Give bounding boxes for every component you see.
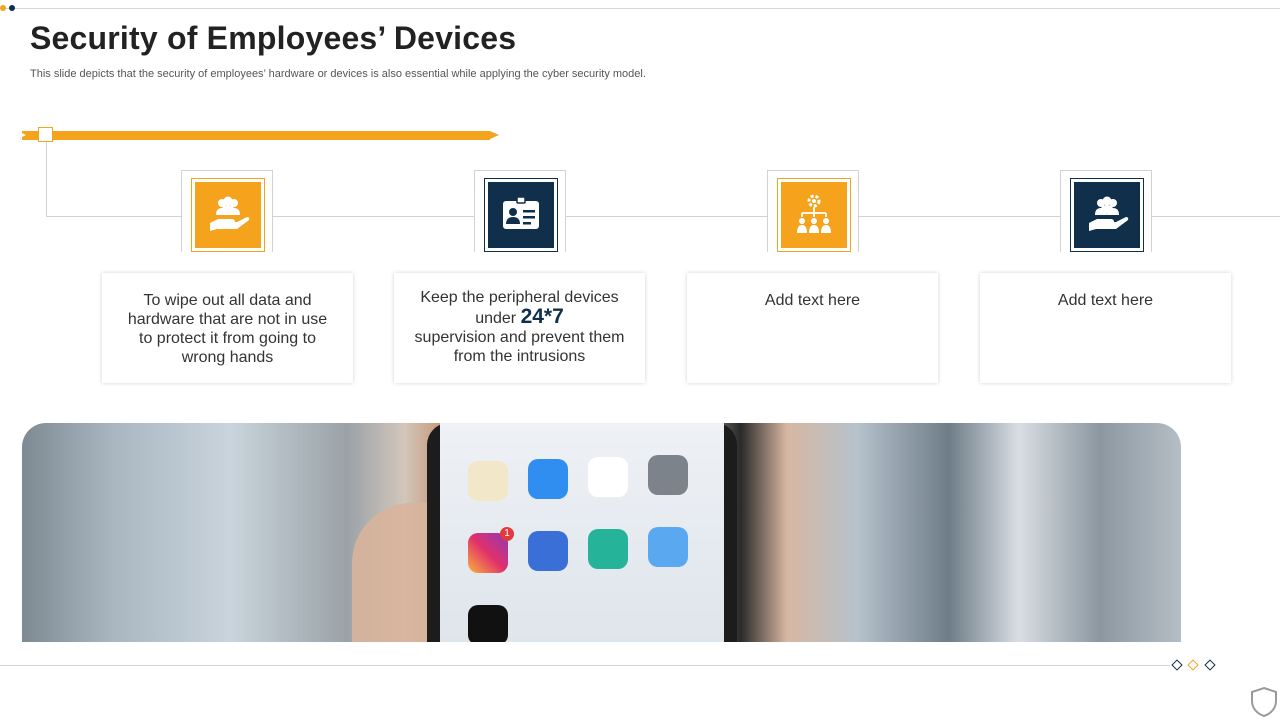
- decor-diamond: [1187, 659, 1199, 671]
- step-2-text-before: Keep the peripheral devices under: [420, 289, 619, 327]
- p-app-icon: [588, 529, 628, 569]
- step-4-text: Add text here: [1057, 292, 1154, 309]
- connector-line: [858, 216, 1060, 217]
- id-card-icon: [503, 196, 539, 229]
- step-3-icon-box: [777, 178, 851, 252]
- connector-line: [565, 216, 767, 217]
- connector-line: [46, 216, 182, 217]
- decor-dot-orange: [0, 5, 6, 11]
- reminders-app-icon: [588, 457, 628, 497]
- team-hierarchy-gear-icon: [797, 194, 831, 233]
- app-store-icon: [528, 459, 568, 499]
- photo-phone-screen: 1: [440, 423, 724, 642]
- decor-diamond: [1171, 659, 1183, 671]
- timeline-bar: [22, 131, 490, 140]
- decor-dot-navy: [9, 5, 15, 11]
- timeline-bar-arrow: [490, 131, 499, 139]
- connector-line: [46, 142, 47, 217]
- settings-app-icon: [648, 455, 688, 495]
- timeline-bar-notch: [18, 131, 26, 139]
- c-app-icon: [648, 527, 688, 567]
- step-2-card: Keep the peripheral devices under 24*7 s…: [394, 273, 645, 383]
- decor-diamond: [1204, 659, 1216, 671]
- slide-subtitle: This slide depicts that the security of …: [30, 68, 646, 80]
- step-3-card: Add text here: [687, 273, 938, 383]
- bottom-divider: [0, 665, 1170, 666]
- timeline-start-marker: [38, 127, 53, 142]
- people-in-hand-icon: [1089, 196, 1129, 231]
- connector-line: [272, 216, 475, 217]
- step-4-icon-box: [1070, 178, 1144, 252]
- tiktok-app-icon: [468, 605, 508, 642]
- step-1-icon-box: [191, 178, 265, 252]
- step-2-icon-box: [484, 178, 558, 252]
- step-4-card: Add text here: [980, 273, 1231, 383]
- slide-title: Security of Employees’ Devices: [30, 20, 517, 56]
- step-1-card: To wipe out all data and hardware that a…: [102, 273, 353, 383]
- connector-line: [1151, 216, 1280, 217]
- step-3-text: Add text here: [764, 292, 861, 309]
- step-1-text: To wipe out all data and hardware that a…: [127, 292, 328, 366]
- step-2-highlight: 24*7: [520, 305, 564, 328]
- shield-icon: [1251, 686, 1277, 718]
- notes-app-icon: [468, 461, 508, 501]
- top-divider: [0, 8, 1280, 9]
- notification-badge: 1: [500, 527, 514, 541]
- step-2-text-after: supervision and prevent them from the in…: [414, 329, 625, 365]
- facebook-app-icon: [528, 531, 568, 571]
- people-in-hand-icon: [210, 196, 250, 231]
- smartphone-photo: 1: [22, 423, 1181, 642]
